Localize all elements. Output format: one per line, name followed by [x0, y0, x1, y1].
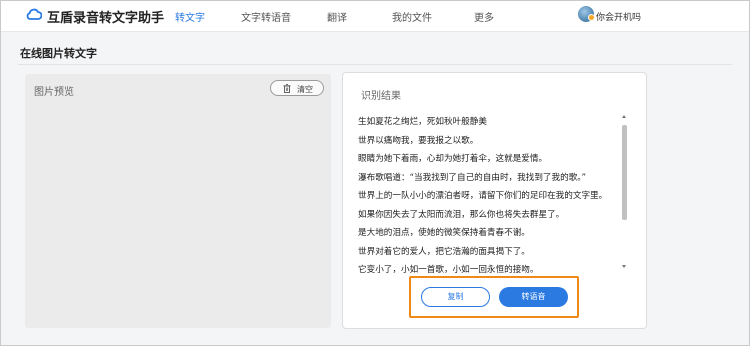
result-line: 世界以痛吻我，要我报之以歌。	[358, 135, 479, 146]
image-preview-panel[interactable]	[25, 74, 331, 328]
clear-button-label: 清空	[297, 85, 313, 94]
nav-tab-text-to-speech[interactable]: 文字转语音	[241, 9, 291, 24]
result-line: 是大地的泪点，使她的微笑保持着青春不谢。	[358, 228, 530, 238]
scroll-up-arrow-icon[interactable]	[622, 115, 626, 118]
clear-button[interactable]: 清空	[270, 80, 324, 96]
nav-tab-more[interactable]: 更多	[474, 9, 494, 24]
result-text-area[interactable]: 生如夏花之绚烂，死如秋叶般静美 世界以痛吻我，要我报之以歌。 眼睛为她下着雨，心…	[358, 116, 620, 283]
result-line: 眼睛为她下着雨，心却为她打着伞，这就是爱情。	[358, 154, 548, 164]
result-panel-title: 识别结果	[361, 91, 401, 102]
nav-tab-my-files[interactable]: 我的文件	[392, 9, 432, 24]
copy-button[interactable]: 复制	[421, 287, 490, 307]
nav-tab-translate[interactable]: 翻译	[327, 9, 347, 24]
trash-icon	[283, 84, 291, 93]
scrollbar-thumb[interactable]	[622, 125, 627, 220]
vip-badge-icon	[588, 14, 595, 21]
result-line: 瀑布歌唱道：“当我找到了自己的自由时，我找到了我的歌。”	[358, 172, 587, 183]
heading-divider	[18, 64, 732, 65]
scroll-down-arrow-icon[interactable]	[622, 265, 626, 268]
username[interactable]: 你会开机吗	[596, 10, 641, 23]
result-line: 世界对着它的爱人，把它浩瀚的面具揭下了。	[358, 246, 530, 257]
text-to-speech-button[interactable]: 转语音	[499, 287, 568, 307]
result-line: 生如夏花之绚烂，死如秋叶般静美	[358, 117, 487, 127]
cloud-logo-icon	[26, 8, 42, 20]
preview-panel-title: 图片预览	[34, 87, 74, 98]
result-line: 世界上的一队小小的漂泊者呀，请留下你们的足印在我的文字里。	[358, 191, 608, 201]
result-line: 如果你因失去了太阳而流泪，那么你也将失去群星了。	[358, 209, 565, 220]
app-title: 互盾录音转文字助手	[47, 11, 165, 26]
page-title: 在线图片转文字	[20, 47, 97, 60]
nav-tab-image-to-text[interactable]: 转文字	[175, 9, 205, 24]
